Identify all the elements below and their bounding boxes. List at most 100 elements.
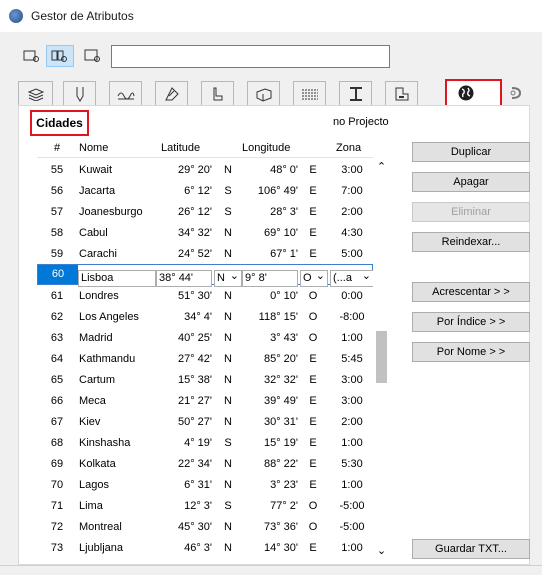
scroll-thumb[interactable] [376,331,387,383]
zone-value: 2:00 [341,416,363,428]
row-number: 63 [50,332,64,344]
table-scrollbar[interactable]: ⌃ ⌄ [373,160,390,560]
ew-value: E [309,206,317,218]
table-header: # Nome Latitude Longitude Zona [37,138,373,158]
column-header-number[interactable]: # [37,142,77,154]
delete-button[interactable]: Apagar [412,172,530,192]
table-row[interactable]: 68 Kinshasha 4° 19' S 15° 19' E 1:00 [37,432,373,453]
tab-mep[interactable] [502,81,530,105]
longitude-value: 28° 3' [270,206,298,218]
ns-value: N [224,521,232,533]
table-row[interactable]: 67 Kiev 50° 27' N 30° 31' E 2:00 [37,411,373,432]
ns-value: N [224,374,232,386]
column-header-longitude[interactable]: Longitude [242,142,290,154]
zone-value: 0:00 [341,290,363,302]
tab-cities[interactable] [445,79,502,107]
tab-surfaces[interactable] [293,81,326,105]
tab-pens[interactable] [63,81,96,105]
table-row[interactable]: 58 Cabul 34° 32' N 69° 10' E 4:30 [37,222,373,243]
tab-fills[interactable] [155,81,188,105]
ns-value: N [224,395,232,407]
table-row[interactable]: 70 Lagos 6° 31' N 3° 23' E 1:00 [37,474,373,495]
row-number: 56 [50,185,64,197]
table-row[interactable]: 63 Madrid 40° 25' N 3° 43' O 1:00 [37,327,373,348]
list-view-icon [23,50,39,62]
longitude-value: 3° 43' [270,332,298,344]
tab-zones[interactable] [385,81,418,105]
table-row[interactable]: 72 Montreal 45° 30' N 73° 36' O -5:00 [37,516,373,537]
fill-icon [164,86,179,100]
ns-value: S [224,185,232,197]
search-input[interactable] [111,45,390,68]
scroll-down-icon[interactable]: ⌄ [373,544,390,558]
table-row[interactable]: 64 Kathmandu 27° 42' N 85° 20' E 5:45 [37,348,373,369]
tab-line-types[interactable] [109,81,142,105]
tab-building-materials[interactable] [247,81,280,105]
city-name: Carachi [79,248,117,260]
row-number: 66 [50,395,64,407]
latitude-value: 27° 42' [177,353,212,365]
table-row[interactable]: 62 Los Angeles 34° 4' N 118° 15' O -8:00 [37,306,373,327]
remove-button[interactable]: Eliminar [412,202,530,222]
building-material-icon [256,87,271,102]
table-row[interactable]: 73 Ljubljana 46° 3' N 14° 30' E 1:00 [37,537,373,558]
tab-layers[interactable] [18,81,53,105]
city-name: Kolkata [79,458,116,470]
duplicate-button[interactable]: Duplicar [412,142,530,162]
longitude-value: 118° 15' [258,311,298,323]
reindex-button[interactable]: Reindexar... [412,232,530,252]
list-view-button[interactable] [18,45,46,67]
row-number: 65 [50,374,64,386]
table-row[interactable]: 66 Meca 21° 27' N 39° 49' E 3:00 [37,390,373,411]
table-row[interactable]: 69 Kolkata 22° 34' N 88° 22' E 5:30 [37,453,373,474]
cities-table: # Nome Latitude Longitude Zona 55 Kuwait 2… [37,138,391,560]
zone-value: -5:00 [339,500,365,512]
row-number: 61 [50,290,64,302]
table-row[interactable]: 71 Lima 12° 3' S 77° 2' O -5:00 [37,495,373,516]
preview-view-button[interactable] [79,45,107,67]
tab-profiles[interactable] [339,81,372,105]
row-number: 58 [50,227,64,239]
ns-value: N [224,164,232,176]
title-bar: Gestor de Atributos [0,0,542,32]
ns-value: S [224,500,232,512]
city-name: Lagos [79,479,109,491]
latitude-value: 6° 12' [184,185,212,197]
scroll-up-icon[interactable]: ⌃ [373,160,390,174]
zone-value: 1:00 [341,332,363,344]
row-number: 72 [50,521,64,533]
add-button[interactable]: Acrescentar > > [412,282,530,302]
column-header-zone[interactable]: Zona [336,142,361,154]
mep-icon [510,87,522,99]
zone-value: 3:00 [341,374,363,386]
city-name: Londres [79,290,119,302]
column-header-latitude[interactable]: Latitude [161,142,200,154]
latitude-value: 6° 31' [184,479,212,491]
table-row[interactable]: 55 Kuwait 29° 20' N 48° 0' E 3:00 [37,159,373,180]
zone-value: -8:00 [339,311,365,323]
column-header-name[interactable]: Nome [79,142,108,154]
table-row[interactable]: 65 Cartum 15° 38' N 32° 32' E 3:00 [37,369,373,390]
table-row-selected[interactable]: 60Lisboa38° 44'N9° 8'O(...a [37,264,374,287]
ew-value: E [309,542,317,554]
table-row[interactable]: 56 Jacarta 6° 12' S 106° 49' E 7:00 [37,180,373,201]
longitude-value: 106° 49' [257,185,298,197]
sort-by-index-button[interactable]: Por Índice > > [412,312,530,332]
ew-value: E [309,479,317,491]
table-row[interactable]: 61 Londres 51° 30' N 0° 10' O 0:00 [37,285,373,306]
ew-value: O [308,500,318,512]
latitude-value: 26° 12' [177,206,212,218]
detail-view-button[interactable] [46,45,74,67]
ns-value: N [224,353,232,365]
save-txt-button[interactable]: Guardar TXT... [412,539,530,559]
latitude-value: 40° 25' [177,332,212,344]
ew-value: E [309,227,317,239]
table-row[interactable]: 59 Carachi 24° 52' N 67° 1' E 5:00 [37,243,373,264]
section-title: Cidades [30,110,89,136]
city-name: Joanesburgo [79,206,143,218]
sort-by-name-button[interactable]: Por Nome > > [412,342,530,362]
longitude-value: 77° 2' [270,500,298,512]
row-number: 70 [50,479,64,491]
tab-composites[interactable] [201,81,234,105]
table-row[interactable]: 57 Joanesburgo 26° 12' S 28° 3' E 2:00 [37,201,373,222]
